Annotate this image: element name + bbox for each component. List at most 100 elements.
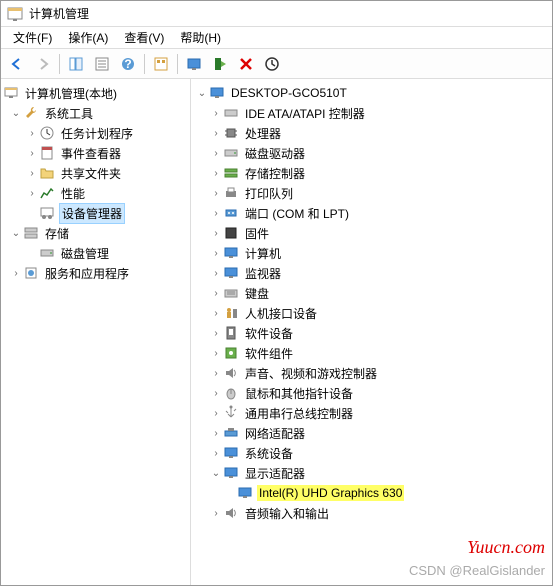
device-print-queue[interactable]: ›打印队列 xyxy=(191,183,552,203)
disk-drive-icon xyxy=(223,145,239,161)
device-audio-io[interactable]: ›音频输入和输出 xyxy=(191,503,552,523)
device-usb[interactable]: ›通用串行总线控制器 xyxy=(191,403,552,423)
device-sound[interactable]: ›声音、视频和游戏控制器 xyxy=(191,363,552,383)
cpu-icon xyxy=(223,125,239,141)
tree-task-scheduler[interactable]: › 任务计划程序 xyxy=(1,123,190,143)
uninstall-button[interactable] xyxy=(260,52,284,76)
device-display-adapters[interactable]: ⌄显示适配器 xyxy=(191,463,552,483)
view-button[interactable] xyxy=(149,52,173,76)
collapse-icon[interactable]: ⌄ xyxy=(209,466,223,480)
expand-icon[interactable]: › xyxy=(25,126,39,140)
device-computers[interactable]: ›计算机 xyxy=(191,243,552,263)
tree-performance[interactable]: › 性能 xyxy=(1,183,190,203)
performance-icon xyxy=(39,185,55,201)
expand-icon[interactable]: › xyxy=(9,266,23,280)
expand-icon[interactable]: › xyxy=(209,206,223,220)
show-hide-button[interactable] xyxy=(64,52,88,76)
computer-icon xyxy=(223,245,239,261)
tree-root[interactable]: 计算机管理(本地) xyxy=(1,83,190,103)
tree-storage[interactable]: ⌄ 存储 xyxy=(1,223,190,243)
tree-device-manager[interactable]: 设备管理器 xyxy=(1,203,190,223)
expand-icon[interactable]: › xyxy=(209,286,223,300)
expand-icon[interactable]: › xyxy=(209,306,223,320)
device-mice[interactable]: ›鼠标和其他指针设备 xyxy=(191,383,552,403)
expand-icon[interactable]: › xyxy=(209,186,223,200)
back-button[interactable] xyxy=(5,52,29,76)
tree-label: 服务和应用程序 xyxy=(43,264,131,283)
expand-icon[interactable]: › xyxy=(209,126,223,140)
disable-button[interactable] xyxy=(234,52,258,76)
hid-icon xyxy=(223,305,239,321)
help-button[interactable]: ? xyxy=(116,52,140,76)
device-tree[interactable]: ⌄ DESKTOP-GCO510T ›IDE ATA/ATAPI 控制器 › 处理… xyxy=(191,79,552,585)
folder-icon xyxy=(39,165,55,181)
collapse-icon[interactable]: ⌄ xyxy=(9,106,23,120)
expand-icon[interactable]: › xyxy=(209,246,223,260)
expand-icon[interactable]: › xyxy=(209,506,223,520)
expand-icon[interactable]: › xyxy=(25,186,39,200)
expand-icon[interactable]: › xyxy=(209,406,223,420)
expand-icon[interactable]: › xyxy=(209,426,223,440)
expand-icon[interactable]: › xyxy=(209,346,223,360)
device-hid[interactable]: › 人机接口设备 xyxy=(191,303,552,323)
device-ports[interactable]: ›端口 (COM 和 LPT) xyxy=(191,203,552,223)
device-software-components[interactable]: ›软件组件 xyxy=(191,343,552,363)
device-gpu[interactable]: Intel(R) UHD Graphics 630 xyxy=(191,483,552,503)
storage-ctrl-icon xyxy=(223,165,239,181)
left-tree[interactable]: 计算机管理(本地) ⌄ 系统工具 › 任务计划程序 › 事件查看器 › 共享文件… xyxy=(1,79,191,585)
device-disk-drives[interactable]: ›磁盘驱动器 xyxy=(191,143,552,163)
device-ide[interactable]: ›IDE ATA/ATAPI 控制器 xyxy=(191,103,552,123)
scan-button[interactable] xyxy=(182,52,206,76)
device-keyboards[interactable]: › 键盘 xyxy=(191,283,552,303)
collapse-icon[interactable]: ⌄ xyxy=(195,86,209,100)
tree-services-apps[interactable]: › 服务和应用程序 xyxy=(1,263,190,283)
device-processor[interactable]: › 处理器 xyxy=(191,123,552,143)
tree-shared-folders[interactable]: › 共享文件夹 xyxy=(1,163,190,183)
watermark-yuucn: Yuucn.com xyxy=(467,537,545,558)
expand-icon[interactable]: › xyxy=(209,146,223,160)
audio-icon xyxy=(223,505,239,521)
expand-icon[interactable]: › xyxy=(209,106,223,120)
tree-label: 人机接口设备 xyxy=(243,304,319,323)
device-storage-ctrl[interactable]: ›存储控制器 xyxy=(191,163,552,183)
computer-icon xyxy=(209,85,225,101)
device-system-devices[interactable]: ›系统设备 xyxy=(191,443,552,463)
menu-file[interactable]: 文件(F) xyxy=(5,27,60,48)
expand-icon[interactable]: › xyxy=(25,166,39,180)
device-mgr-icon xyxy=(39,205,55,221)
menu-view[interactable]: 查看(V) xyxy=(116,27,172,48)
tree-label: 磁盘管理 xyxy=(59,244,111,263)
tree-system-tools[interactable]: ⌄ 系统工具 xyxy=(1,103,190,123)
device-software-devices[interactable]: ›软件设备 xyxy=(191,323,552,343)
device-firmware[interactable]: ›固件 xyxy=(191,223,552,243)
expand-icon[interactable]: › xyxy=(209,326,223,340)
menu-action[interactable]: 操作(A) xyxy=(60,27,116,48)
expand-icon[interactable]: › xyxy=(25,146,39,160)
tree-label: 计算机管理(本地) xyxy=(23,84,119,103)
expand-icon[interactable]: › xyxy=(209,386,223,400)
expand-icon[interactable]: › xyxy=(209,366,223,380)
device-monitors[interactable]: ›监视器 xyxy=(191,263,552,283)
keyboard-icon xyxy=(223,285,239,301)
update-button[interactable] xyxy=(208,52,232,76)
tree-event-viewer[interactable]: › 事件查看器 xyxy=(1,143,190,163)
forward-button[interactable] xyxy=(31,52,55,76)
svg-text:?: ? xyxy=(124,57,131,71)
menu-help[interactable]: 帮助(H) xyxy=(172,27,229,48)
expand-icon[interactable]: › xyxy=(209,226,223,240)
device-computer[interactable]: ⌄ DESKTOP-GCO510T xyxy=(191,83,552,103)
tree-label: 处理器 xyxy=(243,124,283,143)
app-icon xyxy=(7,6,23,22)
gpu-icon xyxy=(237,485,253,501)
expand-icon[interactable]: › xyxy=(209,446,223,460)
collapse-icon[interactable]: ⌄ xyxy=(9,226,23,240)
device-network[interactable]: ›网络适配器 xyxy=(191,423,552,443)
disk-icon xyxy=(39,245,55,261)
tree-disk-mgmt[interactable]: 磁盘管理 xyxy=(1,243,190,263)
separator xyxy=(59,54,60,74)
tree-label: 键盘 xyxy=(243,284,271,303)
expand-icon[interactable]: › xyxy=(209,166,223,180)
event-icon xyxy=(39,145,55,161)
expand-icon[interactable]: › xyxy=(209,266,223,280)
properties-button[interactable] xyxy=(90,52,114,76)
